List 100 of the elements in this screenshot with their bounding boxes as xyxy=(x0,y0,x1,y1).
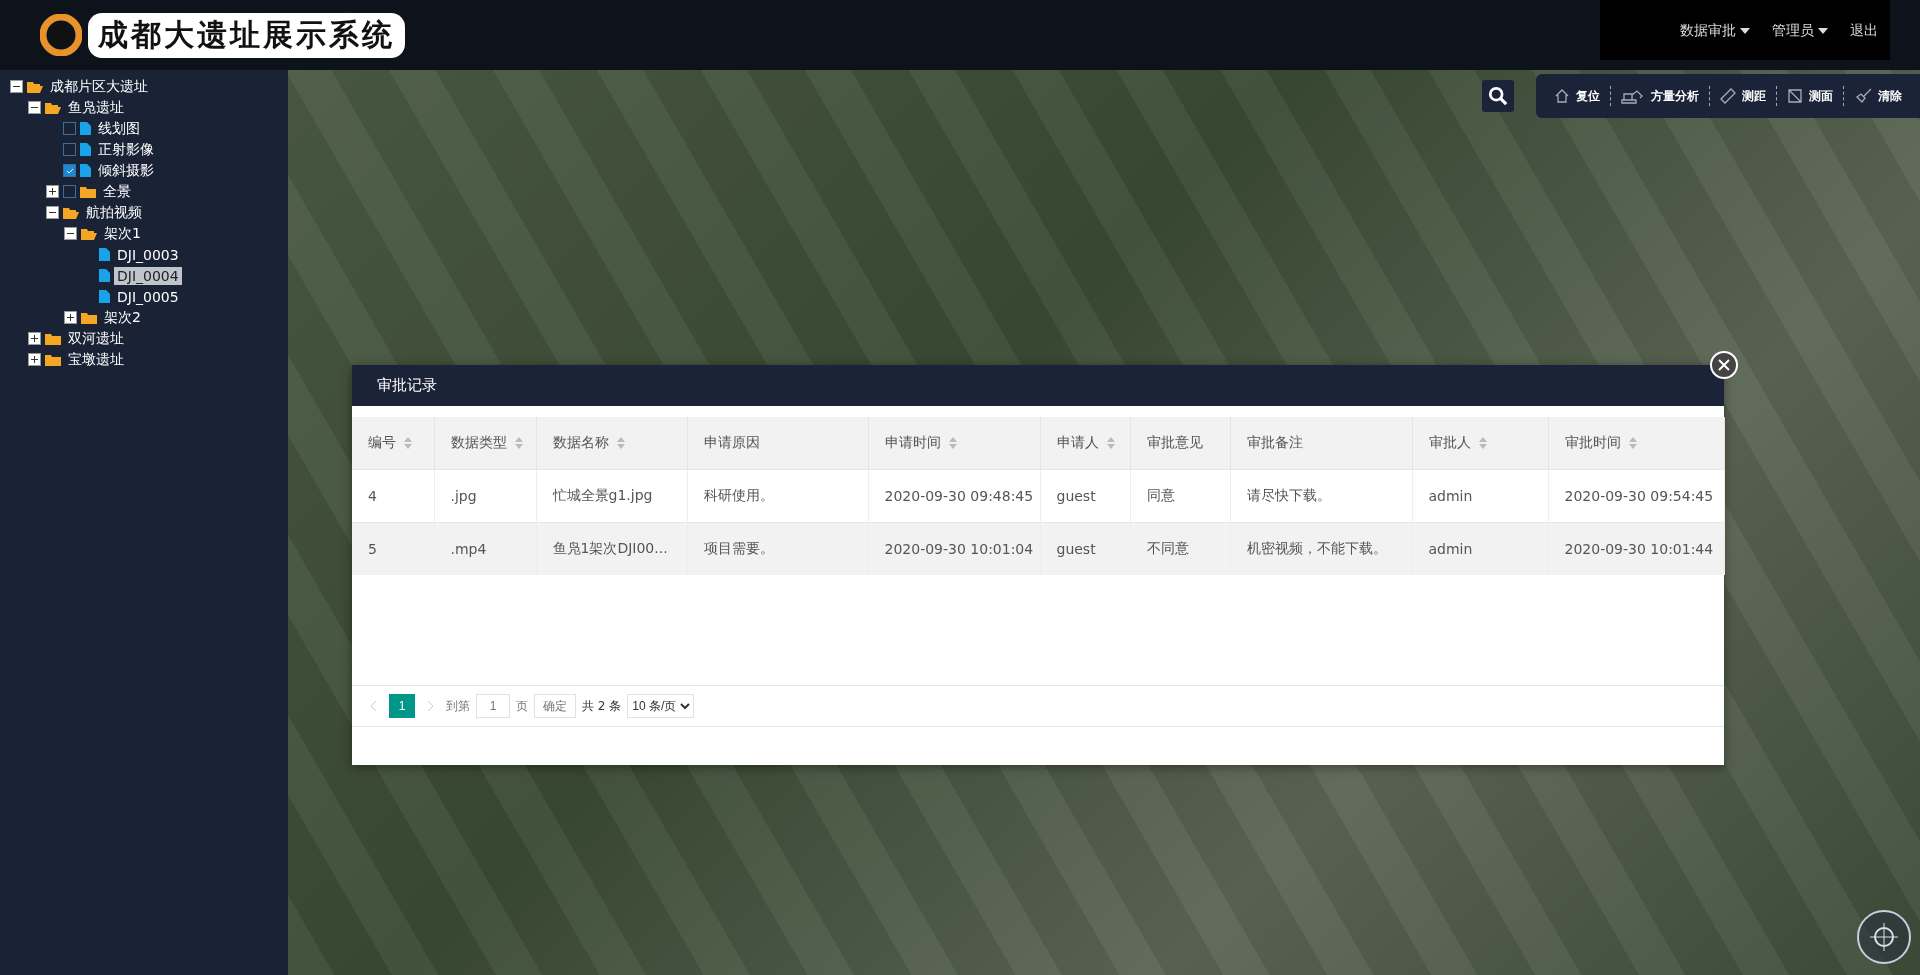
confirm-button[interactable]: 确定 xyxy=(534,694,576,718)
tree-item[interactable]: 双河遗址 xyxy=(65,328,127,349)
toolbar-button[interactable]: 方量分析 xyxy=(1611,86,1710,106)
table-cell: guest xyxy=(1040,522,1130,575)
table-cell: 2020-09-30 10:01:44 xyxy=(1548,522,1724,575)
nav-link[interactable]: 数据审批 xyxy=(1680,22,1750,40)
plus-icon xyxy=(30,334,39,343)
close-button[interactable] xyxy=(1710,351,1738,379)
checkmark-icon xyxy=(65,167,74,174)
table-cell: admin xyxy=(1412,469,1548,523)
file-icon xyxy=(99,248,110,261)
compass-icon[interactable] xyxy=(1856,909,1912,965)
toolbar-button[interactable]: 测距 xyxy=(1710,86,1777,106)
open-folder-icon xyxy=(81,227,97,240)
file-icon xyxy=(99,290,110,303)
table-cell: 2020-09-30 09:48:45 xyxy=(868,469,1040,523)
page-input[interactable]: 1 xyxy=(476,694,510,718)
checkbox[interactable] xyxy=(63,143,76,156)
collapse-toggle[interactable] xyxy=(10,80,23,93)
tree-item[interactable]: 正射影像 xyxy=(95,139,157,160)
tree-item[interactable]: 架次1 xyxy=(101,223,144,244)
app-title: 成都大遗址展示系统 xyxy=(88,12,405,58)
home-icon xyxy=(1554,88,1570,104)
goto-label: 到第 xyxy=(446,697,470,715)
ruler-icon xyxy=(1720,88,1736,104)
tree-item[interactable]: DJI_0004 xyxy=(114,266,182,285)
checkbox[interactable] xyxy=(63,164,76,177)
column-header: 审批人 xyxy=(1412,417,1548,470)
expand-toggle[interactable] xyxy=(64,311,77,324)
excavator-icon xyxy=(1621,88,1645,104)
open-folder-icon xyxy=(27,80,43,93)
tree-item[interactable]: 架次2 xyxy=(101,307,144,328)
file-icon xyxy=(99,269,110,282)
folder-icon xyxy=(80,185,96,198)
table-cell: 5 xyxy=(352,522,434,575)
plus-icon xyxy=(66,313,75,322)
folder-icon xyxy=(45,353,61,366)
table-cell: .jpg xyxy=(434,469,536,523)
plus-icon xyxy=(30,355,39,364)
expand-toggle[interactable] xyxy=(28,332,41,345)
page-unit: 页 xyxy=(516,697,528,715)
tree-item[interactable]: DJI_0005 xyxy=(114,287,182,306)
table-cell: 鱼凫1架次DJI00... xyxy=(536,522,687,575)
close-icon xyxy=(1718,359,1730,371)
table-cell: 不同意 xyxy=(1130,522,1230,575)
table-cell: 请尽快下载。 xyxy=(1230,469,1412,523)
search-icon xyxy=(1488,85,1508,107)
folder-icon xyxy=(45,332,61,345)
table-cell: 忙城全景g1.jpg xyxy=(536,469,687,523)
table-cell: .mp4 xyxy=(434,522,536,575)
polygon-area-icon xyxy=(1787,88,1803,104)
collapse-toggle[interactable] xyxy=(28,101,41,114)
table-cell: guest xyxy=(1040,469,1130,523)
search-button[interactable] xyxy=(1482,80,1514,112)
checkbox[interactable] xyxy=(63,185,76,198)
file-icon xyxy=(80,143,91,156)
table-cell: 4 xyxy=(352,469,434,523)
caret-icon xyxy=(1740,28,1750,34)
open-folder-icon xyxy=(45,101,61,114)
folder-icon xyxy=(81,311,97,324)
tree-item[interactable]: 全景 xyxy=(100,181,134,202)
table-cell: 项目需要。 xyxy=(687,522,868,575)
tree-item[interactable]: 倾斜摄影 xyxy=(95,160,157,181)
table-cell: 2020-09-30 09:54:45 xyxy=(1548,469,1724,523)
tree-item[interactable]: 成都片区大遗址 xyxy=(47,76,151,97)
expand-toggle[interactable] xyxy=(28,353,41,366)
toolbar-button[interactable]: 测面 xyxy=(1777,86,1844,106)
column-header: 编号 xyxy=(352,417,434,470)
column-header: 申请人 xyxy=(1040,417,1130,470)
nav-link[interactable]: 管理员 xyxy=(1772,22,1828,40)
column-header: 数据类型 xyxy=(434,417,536,470)
logo-icon xyxy=(40,14,82,56)
column-header: 数据名称 xyxy=(536,417,687,470)
column-header: 审批时间 xyxy=(1548,417,1724,470)
file-icon xyxy=(80,164,91,177)
page-size-select[interactable]: 10 条/页 xyxy=(627,694,695,718)
checkbox[interactable] xyxy=(63,122,76,135)
tree-item[interactable]: DJI_0003 xyxy=(114,245,182,264)
total-count: 共 2 条 xyxy=(582,697,622,715)
table-cell: 2020-09-30 10:01:04 xyxy=(868,522,1040,575)
column-header: 审批备注 xyxy=(1230,417,1412,470)
file-icon xyxy=(80,122,91,135)
tree-item[interactable]: 航拍视频 xyxy=(83,202,145,223)
expand-toggle[interactable] xyxy=(46,185,59,198)
tree-item[interactable]: 宝墩遗址 xyxy=(65,349,127,370)
nav-link[interactable]: 退出 xyxy=(1850,22,1878,40)
page-button[interactable]: 1 xyxy=(389,694,415,718)
collapse-toggle[interactable] xyxy=(64,227,77,240)
column-header: 申请时间 xyxy=(868,417,1040,470)
column-header: 审批意见 xyxy=(1130,417,1230,470)
open-folder-icon xyxy=(63,206,79,219)
toolbar-button[interactable]: 清除 xyxy=(1844,86,1912,106)
collapse-toggle[interactable] xyxy=(46,206,59,219)
table-cell: admin xyxy=(1412,522,1548,575)
chevron-right-icon xyxy=(427,700,434,712)
tree-item[interactable]: 线划图 xyxy=(95,118,143,139)
tree-item[interactable]: 鱼凫遗址 xyxy=(65,97,127,118)
toolbar-button[interactable]: 复位 xyxy=(1544,86,1611,106)
table-cell: 科研使用。 xyxy=(687,469,868,523)
column-header: 申请原因 xyxy=(687,417,868,470)
